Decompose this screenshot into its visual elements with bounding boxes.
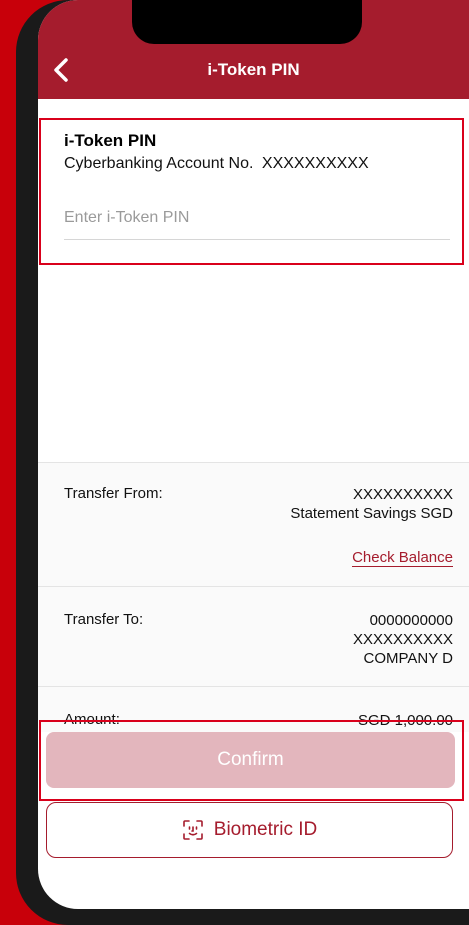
transfer-to-row: Transfer To: 0000000000 XXXXXXXXXX COMPA…	[38, 586, 469, 687]
biometric-id-button[interactable]: Biometric ID	[46, 802, 453, 858]
transfer-from-row: Transfer From: XXXXXXXXXX Statement Savi…	[38, 462, 469, 587]
account-label: Cyberbanking Account No.	[64, 155, 254, 172]
to-account-masked: XXXXXXXXXX	[352, 631, 453, 648]
app-screen: i-Token PIN i-Token PIN Cyberbanking Acc…	[38, 0, 469, 909]
pin-input[interactable]	[64, 197, 450, 240]
pin-section: i-Token PIN Cyberbanking Account No. XXX…	[38, 99, 469, 459]
to-company-name: COMPANY D	[363, 650, 453, 667]
check-balance-link[interactable]: Check Balance	[352, 549, 453, 567]
top-bar: i-Token PIN	[38, 0, 469, 99]
from-account-number: XXXXXXXXXX	[352, 486, 453, 503]
to-account-number: 0000000000	[369, 612, 453, 629]
account-line: Cyberbanking Account No. XXXXXXXXXX	[64, 155, 373, 173]
pin-section-title: i-Token PIN	[64, 131, 157, 150]
face-id-icon	[182, 820, 203, 840]
page-title: i-Token PIN	[207, 60, 300, 79]
biometric-label: Biometric ID	[213, 819, 318, 840]
account-number: XXXXXXXXXX	[261, 155, 369, 172]
amount-value: SGD 1,000.00	[357, 712, 453, 729]
confirm-button[interactable]: Confirm	[46, 732, 455, 788]
device-notch	[132, 0, 362, 44]
phone-frame: i-Token PIN i-Token PIN Cyberbanking Acc…	[16, 0, 469, 925]
amount-label: Amount:	[64, 711, 120, 728]
transfer-details: Transfer From: XXXXXXXXXX Statement Savi…	[38, 462, 469, 732]
transfer-from-value: XXXXXXXXXX Statement Savings SGD	[290, 485, 453, 523]
from-account-name: Statement Savings SGD	[290, 505, 453, 522]
transfer-to-label: Transfer To:	[64, 611, 144, 628]
transfer-from-label: Transfer From:	[64, 485, 163, 502]
transfer-to-value: 0000000000 XXXXXXXXXX COMPANY D	[353, 611, 453, 668]
